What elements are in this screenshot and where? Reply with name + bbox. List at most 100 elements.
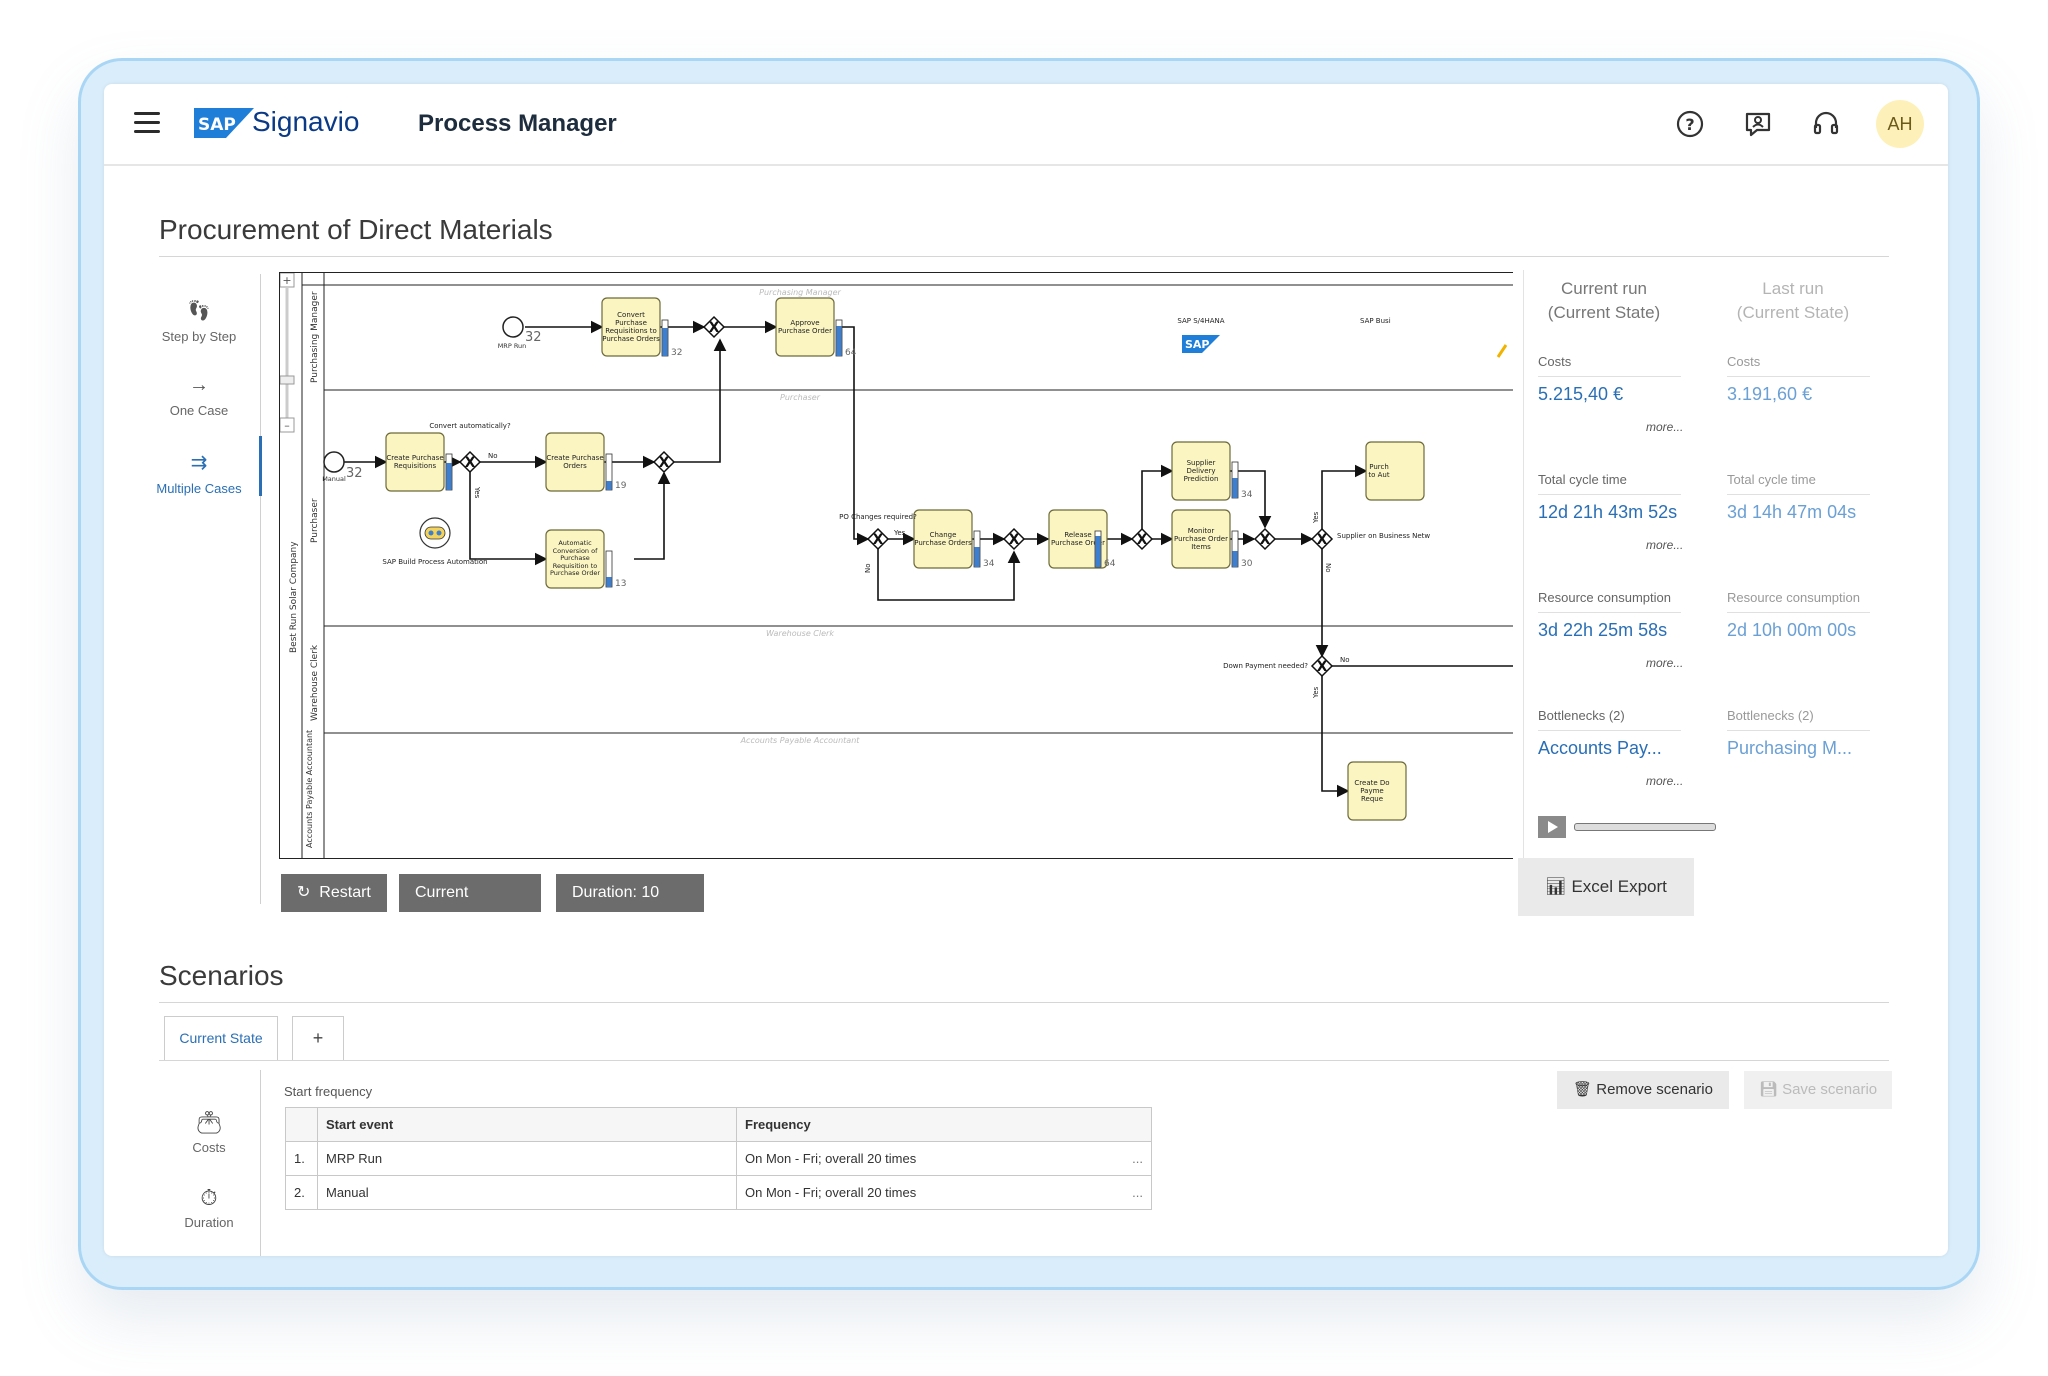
flow-label: Yes xyxy=(1312,686,1320,699)
task-create-down-payment[interactable]: Create Do Payme Reque xyxy=(1347,761,1407,821)
gateway-supplier-network[interactable]: X xyxy=(1310,527,1334,551)
gateway-merge-1[interactable]: X xyxy=(652,450,676,474)
bottleneck-last[interactable]: Purchasing M... xyxy=(1727,738,1852,759)
gateway-down-payment[interactable]: X xyxy=(1310,654,1334,678)
gateway-merge-2[interactable]: X xyxy=(1002,527,1026,551)
remove-label: Remove scenario xyxy=(1596,1081,1713,1098)
restart-button[interactable]: ↻ Restart xyxy=(281,874,387,912)
zoom-control[interactable]: + – xyxy=(280,273,295,433)
flow-label: Yes xyxy=(473,486,481,499)
costs-label: Costs xyxy=(1538,354,1572,369)
costs-current: 5.215,40 € xyxy=(1538,384,1624,404)
top-bar: SAP Signavio Process Manager ? AH xyxy=(104,84,1948,166)
process-diagram[interactable]: + – Best Run Solar Company Purchasing Ma… xyxy=(279,272,1513,859)
flow-label: No xyxy=(1324,563,1332,573)
task-approve[interactable]: Approve Purchase Order xyxy=(775,297,835,357)
page-title: Procurement of Direct Materials xyxy=(159,214,553,245)
gateway-auto[interactable]: X xyxy=(458,450,482,474)
mode-one-case[interactable]: → One Case xyxy=(144,374,254,418)
more-link[interactable]: more... xyxy=(1646,538,1683,552)
task-supplier-prediction[interactable]: Supplier Delivery Prediction xyxy=(1171,441,1231,501)
resource-label-last: Resource consumption xyxy=(1727,590,1860,605)
duration-button[interactable]: Duration: 10 days xyxy=(556,874,704,939)
sidebar-item-duration[interactable]: ⏱︎ Duration xyxy=(174,1185,244,1230)
bottleneck-label-last: Bottlenecks (2) xyxy=(1727,708,1814,723)
cycle-time-last: 3d 14h 47m 04s xyxy=(1727,502,1857,522)
scenarios-title: Scenarios xyxy=(159,960,284,991)
table-row[interactable]: 1. MRP Run On Mon - Fri; overall 20 time… xyxy=(285,1141,1152,1176)
frequency-cell[interactable]: On Mon - Fri; overall 20 times... xyxy=(736,1141,1152,1176)
sap-s4hana-logo-icon: SAP xyxy=(1182,335,1220,353)
task-create-orders[interactable]: Create Purchase Orders xyxy=(545,432,605,492)
task-create-requisitions[interactable]: Create Purchase Requisitions xyxy=(385,432,445,492)
add-scenario-tab[interactable]: + xyxy=(292,1016,344,1061)
start-event-mrp[interactable] xyxy=(502,316,524,338)
current-run-subtitle: (Current State) xyxy=(1547,303,1661,322)
table-row[interactable]: 2. Manual On Mon - Fri; overall 20 times… xyxy=(285,1175,1152,1210)
task-automatic-conversion[interactable]: Automatic Conversion of Purchase Requisi… xyxy=(545,529,605,589)
task-label: Automatic Conversion of Purchase Requisi… xyxy=(549,539,601,578)
task-convert[interactable]: Convert Purchase Requisitions to Purchas… xyxy=(601,297,661,357)
table-header-cell xyxy=(285,1107,318,1142)
hamburger-menu-icon[interactable] xyxy=(134,112,160,134)
tab-current-state[interactable]: Current State xyxy=(164,1016,278,1061)
resource-label: Resource consumption xyxy=(1538,590,1671,605)
feedback-icon[interactable] xyxy=(1742,108,1774,140)
task-label: Approve Purchase Order xyxy=(778,319,832,335)
svg-text:X: X xyxy=(465,455,476,471)
frequency-text: On Mon - Fri; overall 20 times xyxy=(745,1185,917,1200)
bottleneck-current[interactable]: Accounts Pay... xyxy=(1538,738,1662,759)
gateway-merge-3[interactable]: X xyxy=(1253,527,1277,551)
mode-multiple-cases[interactable]: ⇉ Multiple Cases xyxy=(144,450,254,496)
play-icon[interactable] xyxy=(1538,816,1566,838)
save-label: Save scenario xyxy=(1782,1081,1878,1098)
lane-label: Purchaser xyxy=(310,498,320,543)
gateway-split[interactable]: X xyxy=(1130,527,1154,551)
task-change-orders[interactable]: Change Purchase Orders xyxy=(913,509,973,569)
gateway-po-changes[interactable]: X xyxy=(866,527,890,551)
excel-export-button[interactable]: 📊︎ Excel Export xyxy=(1518,858,1694,916)
stat-divider xyxy=(1727,494,1870,495)
remove-scenario-button[interactable]: 🗑︎ Remove scenario xyxy=(1557,1071,1729,1109)
gateway-label: Down Payment needed? xyxy=(1223,662,1308,670)
user-avatar[interactable]: AH xyxy=(1876,100,1924,148)
more-dots-icon[interactable]: ... xyxy=(1132,1151,1143,1166)
row-number: 2. xyxy=(285,1175,318,1210)
save-icon: 💾︎ xyxy=(1758,1081,1778,1098)
progress-slider[interactable] xyxy=(1574,823,1716,831)
start-event-manual[interactable] xyxy=(323,451,345,473)
save-scenario-button[interactable]: 💾︎ Save scenario xyxy=(1744,1071,1892,1109)
mode-step-by-step[interactable]: 👣︎ Step by Step xyxy=(144,298,254,344)
scenario-side-divider xyxy=(260,1070,261,1256)
sidebar-item-costs[interactable]: 👛︎ Costs xyxy=(174,1110,244,1155)
task-purchase-cut[interactable]: Purch to Aut xyxy=(1365,441,1425,501)
system-label: SAP S/4HANA xyxy=(1177,317,1224,325)
count-label: 19 xyxy=(615,481,627,491)
bpmn-canvas: + – Best Run Solar Company Purchasing Ma… xyxy=(280,273,1513,858)
last-run-subtitle: (Current State) xyxy=(1736,303,1850,322)
more-link[interactable]: more... xyxy=(1646,656,1683,670)
active-mode-indicator xyxy=(259,436,262,496)
svg-text:X: X xyxy=(709,320,720,336)
more-link[interactable]: more... xyxy=(1646,774,1683,788)
help-icon[interactable]: ? xyxy=(1674,108,1706,140)
more-link[interactable]: more... xyxy=(1646,420,1683,434)
app-title: Process Manager xyxy=(418,110,617,137)
sap-logo-icon: SAP xyxy=(194,108,254,138)
svg-text:X: X xyxy=(1137,532,1148,548)
gateway-convert[interactable]: X xyxy=(702,315,726,339)
restart-icon: ↻ xyxy=(297,884,311,901)
support-headset-icon[interactable] xyxy=(1810,108,1842,140)
more-dots-icon[interactable]: ... xyxy=(1132,1185,1143,1200)
start-event-cell: Manual xyxy=(317,1175,737,1210)
table-header: Start event Frequency xyxy=(285,1107,1152,1142)
system-label: SAP Busi xyxy=(1360,317,1391,325)
excel-icon: 📊︎ xyxy=(1545,877,1567,896)
table-header-cell: Frequency xyxy=(736,1107,1152,1142)
count-label: 34 xyxy=(1241,490,1253,500)
sap-logo-text: SAP xyxy=(1185,338,1210,351)
state-dropdown[interactable]: Current State ⌄ xyxy=(399,874,541,939)
mode-divider xyxy=(260,274,261,904)
task-monitor-items[interactable]: Monitor Purchase Order Items xyxy=(1171,509,1231,569)
frequency-cell[interactable]: On Mon - Fri; overall 20 times... xyxy=(736,1175,1152,1210)
